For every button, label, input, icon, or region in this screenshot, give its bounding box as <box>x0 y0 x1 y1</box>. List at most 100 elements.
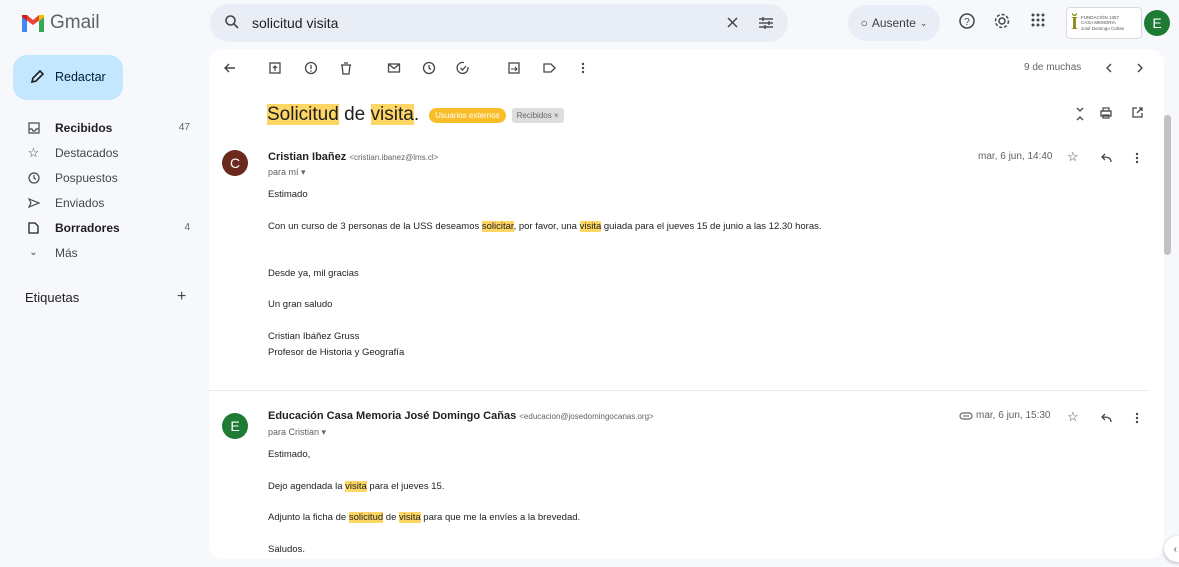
organization-mark-icon: Ĭ <box>1071 13 1079 33</box>
sender-line[interactable]: Cristian Ibañez <cristian.ibanez@lms.cl> <box>268 151 438 163</box>
chevron-down-icon: ⌄ <box>29 247 38 258</box>
search-highlight: solicitar <box>481 221 514 232</box>
sender-name: Educación Casa Memoria José Domingo Caña… <box>268 410 517 422</box>
sidebar-nav: Recibidos 47 ☆ Destacados Pospuestos Env… <box>0 115 200 265</box>
snooze-clock-icon[interactable] <box>422 61 436 75</box>
search-bar[interactable]: solicitud visita <box>210 4 788 42</box>
body-paragraph: Adjunto la ficha de solicitud de visita … <box>268 512 581 523</box>
sidebar-item-label: Pospuestos <box>55 171 118 185</box>
draft-count: 4 <box>184 222 190 233</box>
search-highlight: visita <box>579 221 602 232</box>
pagination-label: 9 de muchas <box>1024 62 1082 73</box>
search-highlight: visita <box>345 481 367 492</box>
compose-button[interactable]: Redactar <box>13 55 123 100</box>
gmail-wordmark: Gmail <box>50 12 100 33</box>
sidebar-item-starred[interactable]: ☆ Destacados <box>0 140 200 165</box>
collapse-all-icon[interactable] <box>1074 106 1086 122</box>
clock-icon <box>27 171 40 184</box>
top-bar: Gmail solicitud visita ○ Ausente ⌄ ? Ĭ F… <box>0 0 1179 48</box>
settings-gear-icon[interactable] <box>993 12 1011 30</box>
sender-line[interactable]: Educación Casa Memoria José Domingo Caña… <box>268 410 654 422</box>
message-toolbar: 9 de muchas <box>209 49 1164 87</box>
subject-highlight: visita <box>370 104 414 125</box>
organization-logo[interactable]: Ĭ FUNDACIÓN 1367 CASA MEMORIA José Domin… <box>1066 7 1142 39</box>
signature-name: Cristian Ibáñez Gruss <box>268 331 360 342</box>
print-icon[interactable] <box>1099 106 1113 120</box>
body-paragraph: Con un curso de 3 personas de la USS des… <box>268 221 822 232</box>
sender-avatar[interactable]: E <box>222 413 248 439</box>
thread-subject-row: Solicitud de visita. Usuarios externos R… <box>267 104 564 126</box>
gmail-logo[interactable]: Gmail <box>22 12 100 34</box>
body-closing: Saludos. <box>268 544 305 555</box>
recipient-details[interactable]: para mí ▾ <box>268 167 306 178</box>
body-paragraph: Dejo agendada la visita para el jueves 1… <box>268 481 445 492</box>
label-tag-icon[interactable] <box>542 61 556 75</box>
body-greeting: Estimado <box>268 189 308 200</box>
labels-section: Etiquetas + <box>25 288 195 306</box>
sidebar-item-label: Más <box>55 246 78 260</box>
sender-name: Cristian Ibañez <box>268 151 347 163</box>
account-avatar[interactable]: E <box>1144 10 1170 36</box>
sidebar-item-drafts[interactable]: Borradores 4 <box>0 215 200 240</box>
inbox-label-chip[interactable]: Recibidos × <box>511 107 564 123</box>
body-thanks: Desde ya, mil gracias <box>268 268 359 279</box>
draft-file-icon <box>27 221 40 234</box>
scrollbar-thumb[interactable] <box>1164 115 1171 255</box>
side-panel-toggle-icon[interactable]: ‹ <box>1164 536 1179 562</box>
message-more-icon[interactable] <box>1134 151 1140 165</box>
sender-avatar[interactable]: C <box>222 150 248 176</box>
sidebar-item-inbox[interactable]: Recibidos 47 <box>0 115 200 140</box>
send-icon <box>27 196 40 209</box>
delete-trash-icon[interactable] <box>339 61 353 75</box>
unread-count: 47 <box>178 122 190 133</box>
sender-email: <cristian.ibanez@lms.cl> <box>349 153 439 162</box>
reply-arrow-icon[interactable] <box>1099 152 1113 164</box>
status-label: Ausente <box>871 16 916 30</box>
chevron-down-icon: ⌄ <box>919 17 928 28</box>
gmail-m-icon <box>22 14 44 32</box>
back-arrow-icon[interactable] <box>223 61 237 75</box>
status-circle-icon: ○ <box>860 16 868 30</box>
sidebar-item-label: Enviados <box>55 196 105 210</box>
archive-icon[interactable] <box>268 61 282 75</box>
apps-grid-icon[interactable] <box>1030 12 1046 28</box>
more-vertical-icon[interactable] <box>576 61 590 75</box>
clear-search-icon[interactable] <box>726 16 739 29</box>
search-highlight: solicitud <box>348 512 384 523</box>
mark-unread-mail-icon[interactable] <box>387 61 401 75</box>
next-chevron-icon[interactable] <box>1133 61 1147 75</box>
sidebar-item-sent[interactable]: Enviados <box>0 190 200 215</box>
message-date: mar, 6 jun, 14:40 <box>978 151 1053 162</box>
body-greeting: Estimado, <box>268 449 311 460</box>
sender-email: <educacion@josedomingocanas.org> <box>519 412 654 421</box>
external-users-badge: Usuarios externos <box>429 107 506 123</box>
body-closing: Un gran saludo <box>268 299 333 310</box>
subject-highlight: Solicitud <box>267 104 339 125</box>
pencil-icon <box>30 70 44 84</box>
add-task-icon[interactable] <box>456 61 470 75</box>
help-icon[interactable]: ? <box>958 12 976 30</box>
star-icon[interactable]: ☆ <box>1067 149 1079 165</box>
message-view: 9 de muchas Solicitud de visita. Usuario… <box>209 49 1164 559</box>
star-icon[interactable]: ☆ <box>1067 409 1079 425</box>
recipient-details[interactable]: para Cristian ▾ <box>268 427 326 438</box>
compose-label: Redactar <box>55 70 106 84</box>
message-more-icon[interactable] <box>1134 411 1140 425</box>
previous-chevron-icon[interactable] <box>1102 61 1116 75</box>
report-spam-icon[interactable] <box>304 61 318 75</box>
reply-arrow-icon[interactable] <box>1099 412 1113 424</box>
open-new-window-icon[interactable] <box>1131 106 1144 119</box>
sidebar-item-label: Recibidos <box>55 121 113 135</box>
organization-name: FUNDACIÓN 1367 CASA MEMORIA José Domingo… <box>1081 15 1125 31</box>
sidebar-item-more[interactable]: ⌄ Más <box>0 240 200 265</box>
search-icon[interactable] <box>224 14 240 30</box>
sidebar-item-snoozed[interactable]: Pospuestos <box>0 165 200 190</box>
move-to-icon[interactable] <box>507 61 521 75</box>
add-label-icon[interactable]: + <box>177 288 186 306</box>
signature-title: Profesor de Historia y Geografía <box>268 347 405 358</box>
sidebar-item-label: Borradores <box>55 221 120 235</box>
thread-subject: Solicitud de visita. <box>267 104 420 125</box>
search-options-icon[interactable] <box>758 15 774 31</box>
search-input[interactable]: solicitud visita <box>252 15 338 31</box>
status-button[interactable]: ○ Ausente ⌄ <box>848 5 940 41</box>
